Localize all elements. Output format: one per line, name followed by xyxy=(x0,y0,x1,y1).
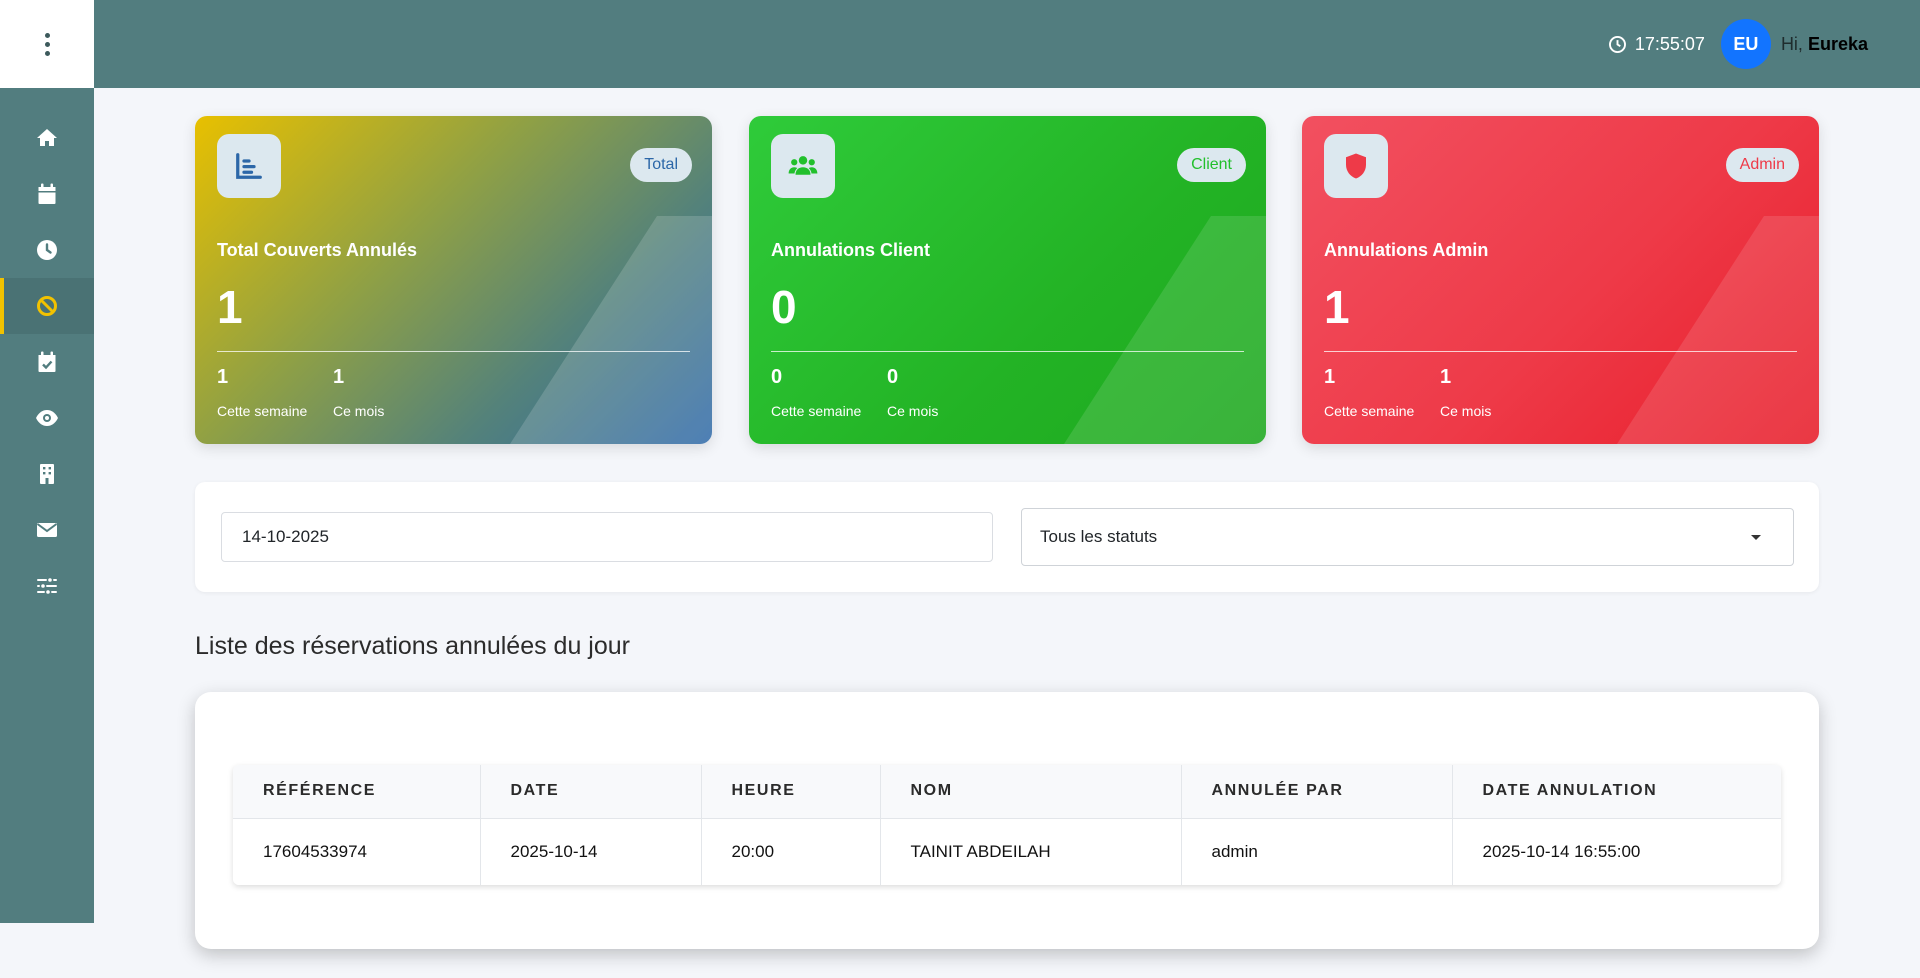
cell-name: TAINIT ABDEILAH xyxy=(880,818,1182,885)
week-stat: 0 Cette semaine xyxy=(771,366,861,419)
sidebar-item-cancellations[interactable] xyxy=(0,278,94,334)
calendar-check-icon xyxy=(38,351,56,372)
week-value: 1 xyxy=(1324,366,1336,388)
cell-date: 2025-10-14 xyxy=(480,818,702,885)
section-title: Liste des réservations annulées du jour xyxy=(195,632,630,660)
users-icon xyxy=(788,156,818,175)
clock-icon xyxy=(1608,35,1626,53)
sliders-icon xyxy=(37,576,57,596)
calendar-icon xyxy=(38,183,56,204)
month-value: 0 xyxy=(887,366,899,388)
card-icon-box xyxy=(1324,134,1388,198)
month-label: Ce mois xyxy=(1440,403,1492,419)
card-title: Annulations Client xyxy=(771,240,930,260)
card-title: Total Couverts Annulés xyxy=(217,240,418,260)
envelope-icon xyxy=(36,523,58,537)
greeting: Hi, Eureka xyxy=(1781,34,1868,55)
shield-icon xyxy=(1346,153,1366,179)
greeting-prefix: Hi, xyxy=(1780,33,1803,54)
building-icon xyxy=(40,464,54,484)
week-stat: 1 Cette semaine xyxy=(1324,366,1414,419)
home-icon xyxy=(37,129,57,146)
sidebar-item-messages[interactable] xyxy=(0,502,94,558)
chart-bar-icon xyxy=(236,153,262,179)
month-stat: 1 Ce mois xyxy=(1440,366,1491,419)
current-time: 17:55:07 xyxy=(1608,34,1705,55)
column-header-cancellation-date[interactable]: DATE ANNULATION xyxy=(1452,765,1781,819)
month-label: Ce mois xyxy=(333,403,385,419)
sidebar-item-settings[interactable] xyxy=(0,558,94,614)
column-header-date[interactable]: DATE xyxy=(480,765,702,819)
card-divider xyxy=(1324,351,1797,352)
card-icon-box xyxy=(771,134,835,198)
sidebar xyxy=(0,88,94,923)
sidebar-item-history[interactable] xyxy=(0,222,94,278)
column-header-name[interactable]: NOM xyxy=(880,765,1182,819)
status-filter-select[interactable]: Tous les statuts xyxy=(1021,508,1794,566)
month-value: 1 xyxy=(1440,366,1452,388)
stat-card-total: Total Total Couverts Annulés 1 1 Cette s… xyxy=(195,116,712,444)
filter-panel: Tous les statuts xyxy=(195,482,1819,592)
user-area: 17:55:07 EU Hi, Eureka xyxy=(1608,0,1868,88)
cell-time: 20:00 xyxy=(701,818,881,885)
card-value: 1 xyxy=(1324,281,1350,333)
cancelled-reservations-table: RÉFÉRENCE DATE HEURE NOM ANNULÉE PAR DAT… xyxy=(233,765,1781,885)
sidebar-item-reservations[interactable] xyxy=(0,334,94,390)
kebab-menu-icon xyxy=(44,32,50,56)
caret-down-icon xyxy=(1751,534,1761,540)
top-bar: 17:55:07 EU Hi, Eureka xyxy=(0,0,1920,88)
week-label: Cette semaine xyxy=(1324,403,1415,419)
month-value: 1 xyxy=(333,366,345,388)
menu-toggle-button[interactable] xyxy=(0,0,94,88)
sidebar-item-calendar[interactable] xyxy=(0,166,94,222)
week-value: 1 xyxy=(217,366,229,388)
sidebar-item-view[interactable] xyxy=(0,390,94,446)
status-selected-value: Tous les statuts xyxy=(1040,527,1158,546)
cell-reference: 17604533974 xyxy=(233,818,481,885)
eye-icon xyxy=(36,410,58,426)
cell-cancellation-date: 2025-10-14 16:55:00 xyxy=(1452,818,1781,885)
time-text: 17:55:07 xyxy=(1634,33,1705,54)
table-header-row: RÉFÉRENCE DATE HEURE NOM ANNULÉE PAR DAT… xyxy=(233,765,1781,819)
reservations-table-panel: RÉFÉRENCE DATE HEURE NOM ANNULÉE PAR DAT… xyxy=(195,692,1819,949)
column-header-cancelled-by[interactable]: ANNULÉE PAR xyxy=(1181,765,1453,819)
card-value: 1 xyxy=(217,281,243,333)
card-divider xyxy=(771,351,1244,352)
card-icon-box xyxy=(217,134,281,198)
card-badge: Client xyxy=(1177,148,1246,182)
card-value: 0 xyxy=(771,281,797,333)
table-wrapper: RÉFÉRENCE DATE HEURE NOM ANNULÉE PAR DAT… xyxy=(233,765,1781,885)
date-filter-input[interactable] xyxy=(221,512,993,562)
stat-card-client: Client Annulations Client 0 0 Cette sema… xyxy=(749,116,1266,444)
cell-cancelled-by: admin xyxy=(1181,818,1453,885)
column-header-time[interactable]: HEURE xyxy=(701,765,881,819)
stat-card-admin: Admin Annulations Admin 1 1 Cette semain… xyxy=(1302,116,1819,444)
ban-icon xyxy=(37,296,57,316)
month-stat: 1 Ce mois xyxy=(333,366,384,419)
week-value: 0 xyxy=(771,366,783,388)
table-row[interactable]: 17604533974 2025-10-14 20:00 TAINIT ABDE… xyxy=(233,818,1781,885)
card-divider xyxy=(217,351,690,352)
column-header-reference[interactable]: RÉFÉRENCE xyxy=(233,765,481,819)
sidebar-item-establishment[interactable] xyxy=(0,446,94,502)
week-label: Cette semaine xyxy=(217,403,308,419)
month-stat: 0 Ce mois xyxy=(887,366,938,419)
card-title: Annulations Admin xyxy=(1324,240,1489,260)
card-badge: Admin xyxy=(1725,148,1799,182)
week-stat: 1 Cette semaine xyxy=(217,366,307,419)
avatar[interactable]: EU xyxy=(1720,19,1771,69)
sidebar-item-home[interactable] xyxy=(0,110,94,166)
clock-icon xyxy=(37,240,57,260)
user-name: Eureka xyxy=(1807,33,1868,54)
week-label: Cette semaine xyxy=(771,403,862,419)
month-label: Ce mois xyxy=(887,403,939,419)
card-badge: Total xyxy=(630,148,692,182)
